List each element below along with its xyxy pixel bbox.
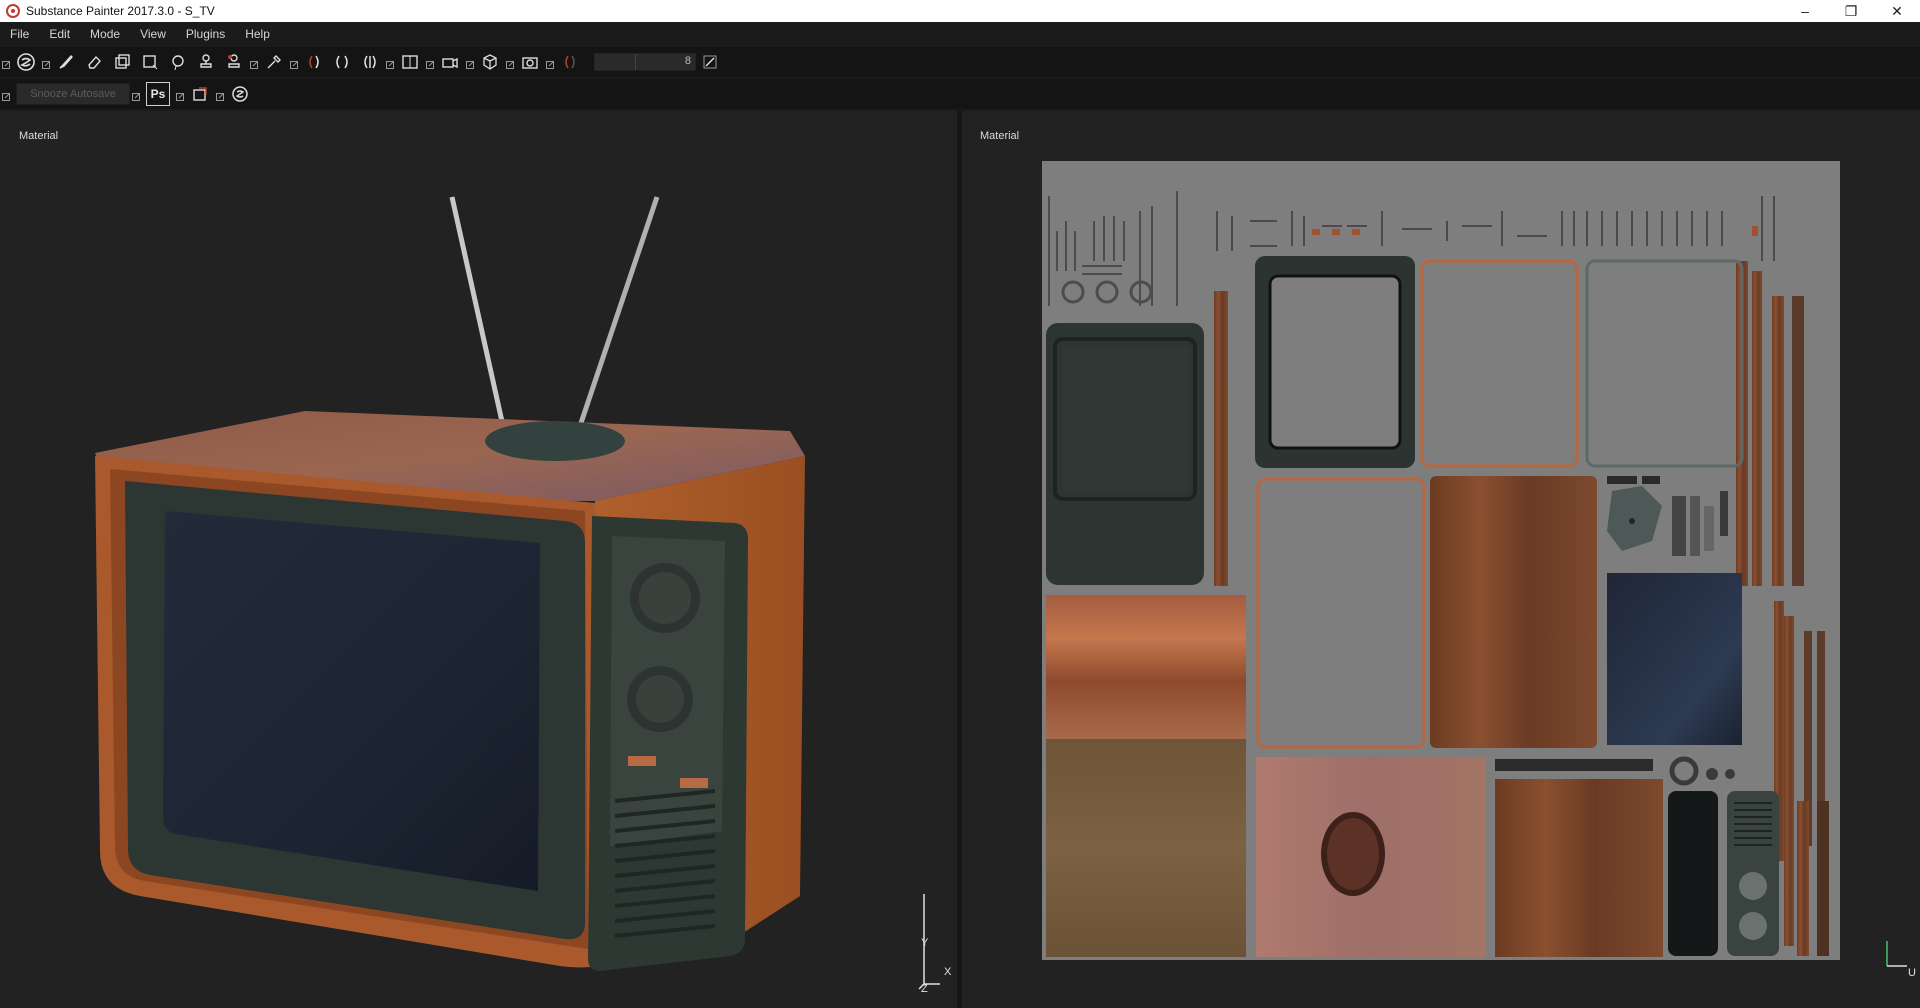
popout-icon[interactable] — [250, 58, 258, 69]
substance-painter-logo-icon — [6, 4, 20, 18]
popout-icon[interactable] — [2, 90, 10, 101]
viewport-3d[interactable]: Material Y X Z — [0, 111, 957, 1008]
snooze-autosave-button[interactable]: Snooze Autosave — [16, 83, 130, 105]
symmetry-icon[interactable] — [303, 51, 325, 73]
axis-x-label: X — [944, 966, 952, 978]
color-picker-icon[interactable] — [263, 51, 285, 73]
axis-y-label: Y — [921, 937, 929, 949]
substance-logo-icon[interactable] — [15, 51, 37, 73]
menu-plugins[interactable]: Plugins — [176, 27, 235, 41]
radial-symmetry-icon[interactable] — [359, 51, 381, 73]
eraser-icon[interactable] — [83, 51, 105, 73]
popout-icon[interactable] — [176, 90, 184, 101]
restore-button[interactable]: ❐ — [1828, 0, 1874, 22]
material-picker-icon[interactable] — [223, 51, 245, 73]
secondary-toolbar: Snooze Autosave Ps — [0, 79, 1920, 109]
screenshot-icon[interactable] — [519, 51, 541, 73]
axis-z-label: Z — [921, 983, 928, 995]
photoshop-export-button[interactable]: Ps — [146, 82, 170, 106]
main-toolbar: 8 — [0, 47, 1920, 77]
popout-icon[interactable] — [132, 90, 140, 101]
clone-stamp-icon[interactable] — [195, 51, 217, 73]
close-button[interactable]: ✕ — [1874, 0, 1920, 22]
projection-icon[interactable] — [111, 51, 133, 73]
paint-brush-icon[interactable] — [55, 51, 77, 73]
brush-size-value: 8 — [684, 55, 691, 67]
brush-size-slider[interactable]: 8 — [594, 53, 696, 71]
popout-icon[interactable] — [506, 58, 514, 69]
polygon-fill-icon[interactable] — [139, 51, 161, 73]
popout-icon[interactable] — [42, 58, 50, 69]
smudge-icon[interactable] — [167, 51, 189, 73]
title-bar: Substance Painter 2017.3.0 - S_TV – ❐ ✕ — [0, 0, 1920, 22]
viewport-2d[interactable]: Material U — [962, 111, 1920, 1008]
window-controls: – ❐ ✕ — [1782, 0, 1920, 22]
popout-icon[interactable] — [290, 58, 298, 69]
tv-model-render — [95, 196, 940, 990]
axis-u-label: U — [1908, 967, 1916, 979]
edit-value-icon[interactable] — [699, 51, 721, 73]
popout-icon[interactable] — [426, 58, 434, 69]
cube-view-icon[interactable] — [479, 51, 501, 73]
popout-icon[interactable] — [216, 90, 224, 101]
viewport-layout-icon[interactable] — [399, 51, 421, 73]
menu-help[interactable]: Help — [235, 27, 280, 41]
camera-icon[interactable] — [439, 51, 461, 73]
menu-view[interactable]: View — [130, 27, 176, 41]
window-title: Substance Painter 2017.3.0 - S_TV — [26, 4, 215, 18]
popout-icon[interactable] — [466, 58, 474, 69]
minimize-button[interactable]: – — [1782, 0, 1828, 22]
popout-icon[interactable] — [386, 58, 394, 69]
export-textures-icon[interactable] — [189, 83, 211, 105]
substance-share-icon[interactable] — [229, 83, 251, 105]
popout-icon[interactable] — [2, 58, 10, 69]
menu-mode[interactable]: Mode — [80, 27, 130, 41]
menu-edit[interactable]: Edit — [39, 27, 80, 41]
menu-file[interactable]: File — [0, 27, 39, 41]
popout-icon[interactable] — [546, 58, 554, 69]
mirror-symmetry-icon[interactable] — [331, 51, 353, 73]
menu-bar: File Edit Mode View Plugins Help — [0, 22, 1920, 46]
brush-size-icon — [559, 51, 581, 73]
uv-texture-map — [1042, 161, 1907, 967]
